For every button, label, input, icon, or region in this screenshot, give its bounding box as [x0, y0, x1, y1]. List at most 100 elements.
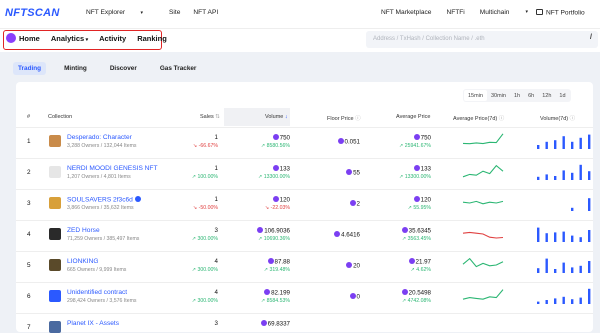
collection-name-link[interactable]: NERDI MOODI GENESIS NFT — [67, 165, 158, 172]
multichain-menu[interactable]: Multichain — [480, 9, 510, 17]
floor-number: 20 — [353, 262, 360, 270]
volume-bar — [554, 269, 557, 273]
collection-avatar[interactable] — [49, 228, 61, 240]
volume-change-value: 8580.56% — [266, 143, 290, 149]
eth-icon — [337, 138, 344, 144]
collection-avatar[interactable] — [49, 290, 61, 302]
average-number: 750 — [420, 134, 431, 142]
nftscan-logo[interactable]: NFTSCAN — [5, 7, 60, 19]
nft-explorer-menu[interactable]: NFT Explorer ▾ — [86, 9, 156, 16]
volume-change: ↗ 319.48% — [264, 267, 290, 273]
floor-price: 0.051 — [337, 138, 360, 146]
volume-bar — [571, 141, 574, 149]
header-sales-label: Sales — [200, 114, 214, 120]
header-avg7d-label: Average Price(7d) — [453, 116, 498, 122]
wallet-icon — [535, 9, 543, 15]
average-change: ↗ 3563.45% — [402, 236, 431, 242]
average-number: 120 — [420, 196, 431, 204]
sales-change-value: 300.00% — [197, 267, 218, 273]
eth-icon — [413, 134, 420, 140]
row-divider — [16, 220, 593, 221]
multichain-chevron-icon: ▾ — [525, 9, 528, 15]
time-range-6h[interactable]: 6h — [524, 90, 538, 101]
volume-bar — [545, 258, 548, 273]
nav-home[interactable]: Home — [19, 34, 40, 43]
volume-bar — [545, 233, 548, 242]
eth-icon — [346, 262, 353, 268]
header-avg[interactable]: Average Price — [396, 114, 430, 120]
time-range-1d[interactable]: 1d — [555, 90, 569, 101]
volume-number: 133 — [279, 165, 290, 173]
collection-name-link[interactable]: ZED Horse — [67, 227, 100, 234]
collection-avatar[interactable] — [49, 166, 61, 178]
collection-name-link[interactable]: Unidentified contract — [67, 289, 127, 296]
collection-name-link[interactable]: SOULSAVERS 2f3c6d — [67, 196, 141, 204]
volume-value: 133 — [272, 165, 290, 173]
collection-avatar[interactable] — [49, 135, 61, 147]
header-floor[interactable]: Floor Price ⓘ — [327, 114, 361, 122]
volume-bar — [562, 231, 565, 242]
top-bar: NFTSCAN NFT Explorer ▾ Site NFT API NFT … — [0, 0, 600, 28]
sparkline-line — [462, 133, 504, 145]
avg-price-7d-sparkline — [462, 200, 504, 205]
time-range-30min[interactable]: 30min — [487, 90, 510, 101]
rank-cell: 1 — [27, 138, 31, 145]
volume-value: 120 — [272, 196, 290, 204]
collection-name-link[interactable]: Planet IX - Assets — [67, 320, 119, 327]
rank-cell: 5 — [27, 262, 31, 269]
header-sales[interactable]: Sales ⇅ — [200, 114, 220, 120]
eth-icon — [401, 289, 408, 295]
collection-name-link[interactable]: Desperado: Character — [67, 134, 132, 141]
volume-number: 106.9036 — [264, 227, 290, 235]
sales-value: 1 — [214, 165, 218, 172]
volume-change: ↘ -22.03% — [265, 205, 290, 211]
collection-name-link[interactable]: LIONKING — [67, 258, 99, 265]
multichain-label: Multichain — [479, 9, 510, 16]
average-change-value: 4742.08% — [407, 298, 431, 304]
volume-value: 69.8337 — [260, 320, 290, 328]
volume-bar — [579, 265, 582, 273]
time-range-15min[interactable]: 15min — [464, 90, 487, 101]
collection-avatar[interactable] — [49, 321, 61, 333]
site-link[interactable]: Site — [169, 9, 180, 16]
search-input[interactable]: Address / TxHash / Collection Name / .et… — [366, 31, 598, 48]
collection-owners-items: 3,288 Owners / 132,044 Items — [67, 143, 137, 149]
volume-bar — [571, 172, 574, 180]
volume-bar — [537, 227, 540, 242]
time-range-1h[interactable]: 1h — [510, 90, 524, 101]
volume-bar — [571, 299, 574, 304]
volume-7d-bars — [571, 198, 591, 211]
tab-gas-tracker[interactable]: Gas Tracker — [155, 62, 202, 75]
tab-trading[interactable]: Trading — [13, 62, 47, 75]
tab-discover[interactable]: Discover — [105, 62, 142, 75]
eth-icon — [257, 227, 264, 233]
sparkline-line — [462, 231, 504, 239]
collection-avatar[interactable] — [49, 197, 61, 209]
avg-price-7d-sparkline — [462, 133, 504, 145]
portfolio-menu[interactable]: NFT Portfolio — [535, 9, 585, 17]
header-avg-label: Average Price — [396, 114, 431, 120]
collection-avatar[interactable] — [49, 259, 61, 271]
nav-activity[interactable]: Activity — [99, 34, 126, 43]
sales-value: 4 — [214, 289, 218, 296]
nav-ranking[interactable]: Ranking — [137, 34, 167, 43]
eth-icon — [260, 320, 267, 326]
tab-minting[interactable]: Minting — [59, 62, 92, 75]
time-range-12h[interactable]: 12h — [538, 90, 555, 101]
nft-api-link[interactable]: NFT API — [193, 9, 218, 16]
header-floor-label: Floor Price — [327, 116, 354, 122]
sales-change: ↗ 300.00% — [192, 236, 218, 242]
sales-value: 4 — [214, 258, 218, 265]
header-volume[interactable]: Volume ↓ — [265, 114, 288, 120]
volume-bar — [545, 174, 548, 180]
sales-change-value: 300.00% — [197, 298, 218, 304]
nft-marketplace-link[interactable]: NFT Marketplace — [381, 9, 431, 17]
eth-icon — [267, 258, 274, 264]
nftfi-link[interactable]: NFTFi — [446, 9, 464, 17]
sort-desc-icon: ↓ — [283, 114, 288, 120]
volume-change: ↗ 8584.53% — [261, 298, 290, 304]
average-change-value: 55.95% — [413, 205, 431, 211]
nav-analytics[interactable]: Analytics ▾ — [51, 34, 88, 43]
floor-number: 4.6416 — [341, 231, 360, 239]
avg-price-7d-sparkline — [462, 289, 504, 300]
